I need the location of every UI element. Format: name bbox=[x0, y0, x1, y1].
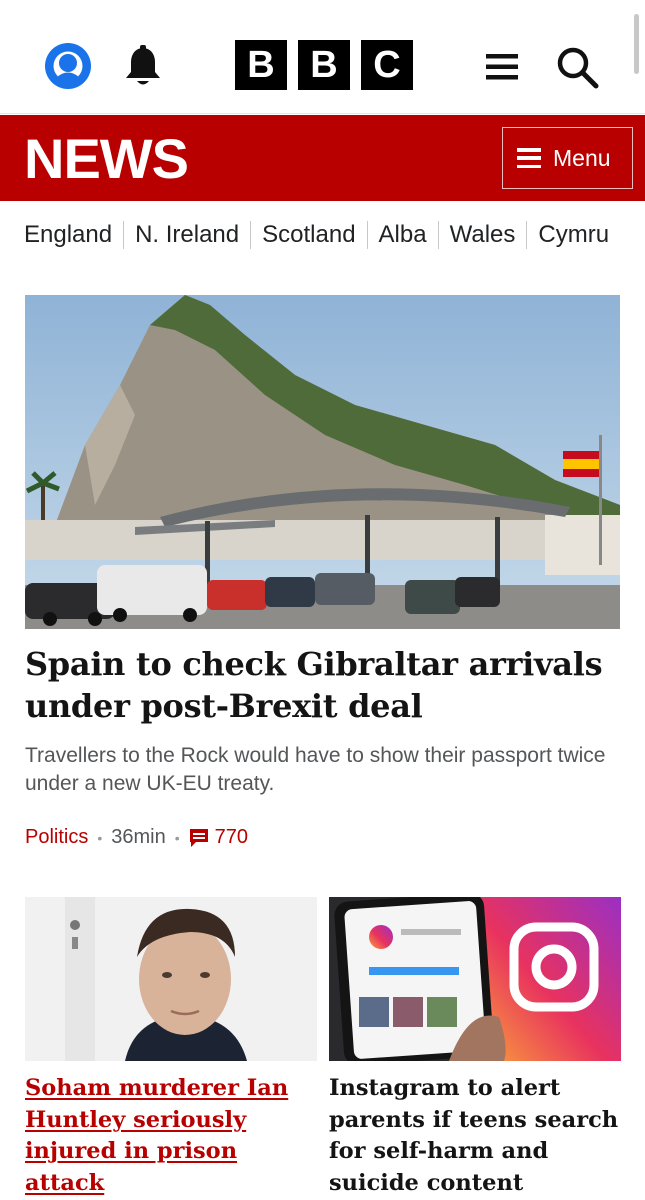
bbc-logo-letter: C bbox=[361, 40, 413, 90]
region-link-scotland[interactable]: Scotland bbox=[262, 221, 378, 249]
hero-metadata: Politics • 36min • 770 bbox=[25, 826, 248, 849]
comments-link[interactable]: 770 bbox=[189, 826, 248, 849]
region-label: Cymru bbox=[538, 221, 610, 248]
story-card[interactable]: Instagram to alert parents if teens sear… bbox=[329, 897, 621, 1199]
timestamp: 36min bbox=[111, 826, 166, 848]
region-label: N. Ireland bbox=[135, 221, 240, 248]
search-icon[interactable] bbox=[554, 44, 600, 90]
region-link-alba[interactable]: Alba bbox=[379, 221, 450, 249]
story-image[interactable] bbox=[25, 897, 317, 1061]
regions-nav: England N. Ireland Scotland Alba Wales C… bbox=[0, 201, 645, 269]
hero-summary: Travellers to the Rock would have to sho… bbox=[25, 744, 606, 795]
bbc-logo[interactable]: B B C bbox=[235, 40, 413, 90]
menu-icon bbox=[517, 148, 541, 168]
menu-label: Menu bbox=[553, 144, 611, 171]
region-label: Scotland bbox=[262, 221, 356, 248]
story-card[interactable]: Soham murderer Ian Huntley seriously inj… bbox=[25, 897, 317, 1199]
bell-icon[interactable] bbox=[122, 44, 164, 88]
comment-count: 770 bbox=[214, 826, 249, 848]
hero-headline[interactable]: Spain to check Gibraltar arrivals under … bbox=[25, 643, 625, 727]
news-bar: NEWS Menu bbox=[0, 115, 645, 201]
story-headline[interactable]: Instagram to alert parents if teens sear… bbox=[329, 1073, 621, 1199]
region-link-n-ireland[interactable]: N. Ireland bbox=[135, 221, 262, 249]
region-link-cymru[interactable]: Cymru bbox=[538, 221, 609, 249]
hamburger-icon[interactable] bbox=[484, 50, 520, 84]
bbc-logo-letter: B bbox=[298, 40, 350, 90]
region-link-wales[interactable]: Wales bbox=[450, 221, 539, 249]
top-masthead: B B C bbox=[0, 0, 645, 114]
divider bbox=[250, 221, 252, 249]
menu-button[interactable]: Menu bbox=[502, 127, 633, 189]
meta-separator: • bbox=[174, 829, 180, 846]
news-title[interactable]: NEWS bbox=[24, 129, 189, 189]
hero-image[interactable] bbox=[25, 295, 620, 629]
divider bbox=[526, 221, 528, 249]
story-headline[interactable]: Soham murderer Ian Huntley seriously inj… bbox=[25, 1073, 317, 1199]
divider bbox=[366, 221, 368, 249]
comment-icon bbox=[189, 828, 208, 847]
region-label: England bbox=[24, 221, 113, 248]
region-label: Wales bbox=[449, 221, 516, 248]
divider bbox=[437, 221, 439, 249]
region-label: Alba bbox=[378, 221, 427, 248]
divider bbox=[123, 221, 125, 249]
bbc-logo-letter: B bbox=[235, 40, 287, 90]
region-link-england[interactable]: England bbox=[24, 221, 135, 249]
story-image[interactable] bbox=[329, 897, 621, 1061]
account-icon[interactable] bbox=[44, 42, 92, 90]
meta-separator: • bbox=[97, 829, 103, 846]
scrollbar[interactable] bbox=[634, 14, 639, 74]
topic-link[interactable]: Politics bbox=[25, 826, 88, 849]
